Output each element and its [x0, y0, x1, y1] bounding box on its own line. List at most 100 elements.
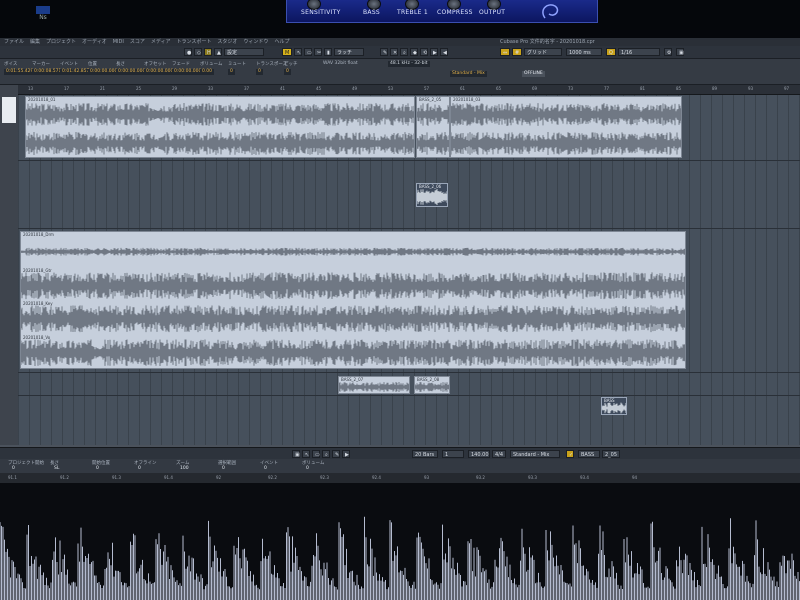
prop-value[interactable]: 0 [264, 466, 267, 471]
info-value[interactable]: 0.00 [200, 69, 215, 75]
lane-divider [18, 160, 800, 161]
tempo-field[interactable]: 140.00 [468, 450, 490, 458]
audio-event[interactable]: BASS_2_08 [414, 376, 450, 394]
track-name-field[interactable]: BASS [578, 450, 600, 458]
menu-item[interactable]: プロジェクト [46, 39, 76, 45]
zoom-tool-icon[interactable]: ⌕ [400, 48, 408, 56]
audio-event[interactable]: 20201018_03 [450, 96, 682, 158]
menu-item[interactable]: メディア [151, 39, 171, 45]
event-name: 20201018_Vo [23, 334, 51, 340]
event-name: 20201018_Gtr [23, 267, 52, 273]
draw-tool-icon[interactable]: ✎ [332, 450, 340, 458]
preset-select[interactable]: Standard - Mix [510, 450, 560, 458]
sample-editor-waveform[interactable] [0, 483, 800, 600]
info-value[interactable]: 0:00:08.571 [32, 69, 64, 75]
lane-divider [18, 228, 800, 229]
info-value[interactable]: 0:00:00.000 [116, 69, 148, 75]
grid-type-select[interactable]: グリッド [524, 48, 562, 56]
solo-editor-icon[interactable]: ▣ [292, 450, 300, 458]
beats-field[interactable]: 1 Beats [442, 450, 464, 466]
menu-item[interactable]: スコア [130, 39, 145, 45]
audio-event[interactable]: BASS_2_05 [416, 96, 450, 158]
time-warp-icon[interactable]: ⟲ [420, 48, 428, 56]
activate-project-button[interactable]: ● [184, 48, 192, 56]
treble-label: TREBLE 1 [397, 9, 428, 16]
audio-event[interactable]: BASS_2_07 [338, 376, 410, 394]
glue-tool-icon[interactable]: ▮ [324, 48, 332, 56]
info-value[interactable]: 0:00:00.000 [172, 69, 204, 75]
play-tool-icon[interactable]: ▶ [430, 48, 438, 56]
draw-tool-icon[interactable]: ✎ [380, 48, 388, 56]
editor-ruler[interactable]: 91.1 91.2 91.3 91.4 92 92.2 92.3 92.4 93 93.2 93.3… [0, 473, 800, 483]
bars-field[interactable]: 20 Bars [412, 450, 438, 458]
prop-value[interactable]: 100 [180, 466, 189, 471]
menu-item[interactable]: ファイル [4, 39, 24, 45]
timeline-ruler[interactable]: 13 17 21 25 29 33 37 41 45 49 53 57 61 65 69 73 77 81 85 89… [18, 85, 800, 95]
offline-button[interactable]: OFFLINE [522, 71, 545, 77]
menu-item[interactable]: トランスポート [177, 39, 212, 45]
info-value[interactable]: 0 [256, 69, 263, 75]
zoom-tool-icon[interactable]: ⌕ [322, 450, 330, 458]
clip-name-field[interactable]: 2_05 [602, 450, 620, 458]
track-header-selected[interactable] [2, 97, 16, 123]
mode-select[interactable]: 設定 [224, 48, 264, 56]
monitor-brand: Ns [39, 14, 47, 21]
ruler-tick: 65 [496, 86, 502, 91]
menu-item[interactable]: ヘルプ [274, 39, 289, 45]
menu-item[interactable]: スタジオ [217, 39, 237, 45]
signature-field[interactable]: 4/4 [492, 450, 506, 458]
prop-value[interactable]: 0 [138, 466, 141, 471]
prop-value[interactable]: 0 [12, 466, 15, 471]
info-value[interactable]: 0:00:00.000 [88, 69, 120, 75]
prop-value[interactable]: 0 [306, 466, 309, 471]
snap-type-select[interactable]: ラッチ [334, 48, 364, 56]
range-tool-icon[interactable]: ▭ [304, 48, 312, 56]
range-tool-icon[interactable]: ▭ [312, 450, 320, 458]
pointer-tool-icon[interactable]: ↖ [294, 48, 302, 56]
constrain-delay-button[interactable]: ◇ [194, 48, 202, 56]
speaker-icon[interactable]: ◀ [440, 48, 448, 56]
audio-event[interactable]: BASS_2_06 [416, 183, 448, 207]
info-value[interactable]: 0:01:42.857 [60, 69, 92, 75]
menu-item[interactable]: MIDI [113, 39, 124, 45]
info-label: フェード [172, 62, 190, 67]
info-value[interactable]: 0 [284, 69, 291, 75]
info-value[interactable]: 0 [228, 69, 235, 75]
settings-icon[interactable]: ⚙ [664, 48, 672, 56]
prop-value[interactable]: SL [54, 466, 59, 471]
snap-button[interactable]: ⇔ [500, 48, 510, 56]
quantize-select[interactable]: 1/16 [618, 48, 660, 56]
split-tool-icon[interactable]: ✂ [314, 48, 322, 56]
ruler-tick: 17 [64, 86, 70, 91]
pointer-tool-icon[interactable]: ↖ [302, 450, 310, 458]
info-preset[interactable]: Standard - Mix [450, 71, 487, 77]
menu-item[interactable]: 編集 [30, 39, 40, 45]
event-name: 20201018_Key [23, 301, 53, 306]
tempo-select[interactable]: 1000 ms [566, 48, 602, 56]
ruler-tick: 37 [244, 86, 250, 91]
auto-scroll-button[interactable]: M [282, 48, 292, 56]
window-layout-icon[interactable]: ▣ [676, 48, 684, 56]
prop-value[interactable]: 0 [222, 466, 225, 471]
grid-icon[interactable]: # [512, 48, 522, 56]
ruler-tick: 29 [172, 86, 178, 91]
editor-ruler-tick: 92.3 [320, 475, 329, 480]
audio-event[interactable]: 20201018_01 [25, 96, 415, 158]
menu-item[interactable]: ウィンドウ [243, 39, 268, 45]
waveform [417, 188, 447, 206]
lock-icon[interactable]: ▲ [214, 48, 222, 56]
sync-icon[interactable]: ✓ [566, 450, 574, 458]
monitor-logo: Ns [30, 6, 56, 30]
comp-tool-icon[interactable]: ◆ [410, 48, 418, 56]
info-value[interactable]: 0:00:00.000 [144, 69, 176, 75]
play-tool-icon[interactable]: ▶ [342, 450, 350, 458]
quantize-icon[interactable]: Q [606, 48, 616, 56]
ruler-button[interactable]: H [204, 48, 212, 56]
mute-tool-icon[interactable]: ✕ [390, 48, 398, 56]
prop-value[interactable]: 0 [96, 466, 99, 471]
info-value[interactable]: 0:01:55.429 [4, 69, 36, 75]
ruler-tick: 21 [100, 86, 106, 91]
menu-item[interactable]: オーディオ [82, 39, 107, 45]
audio-event[interactable]: 20201018_Drm 20201018_Gtr 20201018_Key 2020… [20, 231, 686, 369]
audio-event[interactable]: BASS [601, 397, 627, 415]
